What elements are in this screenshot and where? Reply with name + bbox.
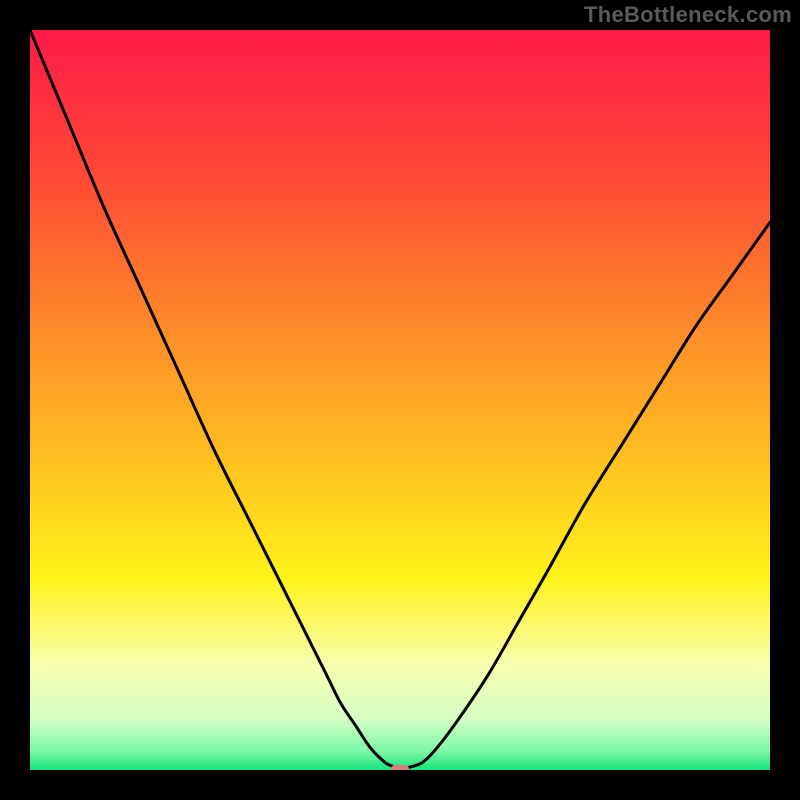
gradient-background [30, 30, 770, 770]
optimum-marker [391, 765, 409, 770]
chart-svg [30, 30, 770, 770]
plot-area [30, 30, 770, 770]
chart-frame: TheBottleneck.com [0, 0, 800, 800]
watermark-text: TheBottleneck.com [584, 2, 792, 28]
